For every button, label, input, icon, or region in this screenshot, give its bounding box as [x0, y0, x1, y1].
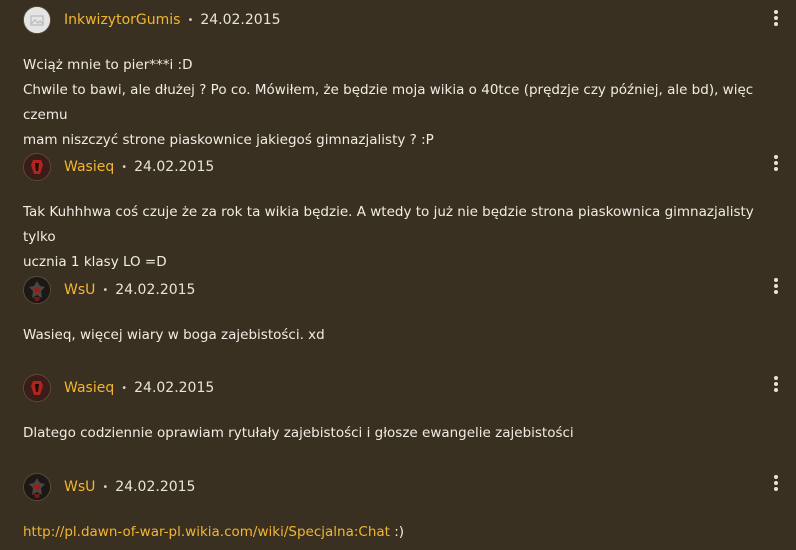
more-options-icon[interactable]: [766, 373, 786, 395]
author-link[interactable]: Wasieq: [64, 159, 114, 175]
separator-dot: •: [121, 382, 128, 394]
comment-body: Tak Kuhhhwa coś czuje że za rok ta wikia…: [23, 200, 773, 275]
comment-thread: InkwizytorGumis • 24.02.2015 Wciąż mnie …: [0, 0, 796, 550]
comment-header: InkwizytorGumis • 24.02.2015: [23, 5, 281, 35]
warrior-avatar-icon[interactable]: [23, 473, 51, 501]
comment-body: Dlatego codziennie oprawiam rytułały zaj…: [23, 421, 773, 446]
comment-line: Wciąż mnie to pier***i :D: [23, 57, 193, 73]
separator-dot: •: [121, 161, 128, 173]
comment-date: 24.02.2015: [115, 282, 196, 298]
comment-line: mam niszczyć strone piaskownice jakiegoś…: [23, 132, 434, 148]
more-options-icon[interactable]: [766, 7, 786, 29]
more-options-icon[interactable]: [766, 152, 786, 174]
author-link[interactable]: InkwizytorGumis: [64, 12, 180, 28]
comment-line: Chwile to bawi, ale dłużej ? Po co. Mówi…: [23, 82, 754, 123]
more-options-icon[interactable]: [766, 275, 786, 297]
comment-date: 24.02.2015: [200, 12, 281, 28]
default-avatar-icon[interactable]: [23, 6, 51, 34]
comment-date: 24.02.2015: [115, 479, 196, 495]
comment-body: Wasieq, więcej wiary w boga zajebistości…: [23, 323, 773, 348]
chat-link[interactable]: http://pl.dawn-of-war-pl.wikia.com/wiki/…: [23, 524, 390, 540]
warrior-avatar-icon[interactable]: [23, 276, 51, 304]
comment-header: Wasieq • 24.02.2015: [23, 152, 214, 182]
author-link[interactable]: Wasieq: [64, 380, 114, 396]
comment-line: Dlatego codziennie oprawiam rytułały zaj…: [23, 425, 574, 441]
comment-body: Wciąż mnie to pier***i :D Chwile to bawi…: [23, 53, 773, 153]
author-link[interactable]: WsU: [64, 282, 95, 298]
comment-line: Tak Kuhhhwa coś czuje że za rok ta wikia…: [23, 204, 754, 245]
comment-body: http://pl.dawn-of-war-pl.wikia.com/wiki/…: [23, 520, 773, 545]
more-options-icon[interactable]: [766, 472, 786, 494]
comment-line: http://pl.dawn-of-war-pl.wikia.com/wiki/…: [23, 520, 773, 545]
separator-dot: •: [102, 481, 109, 493]
red-emblem-avatar-icon[interactable]: [23, 374, 51, 402]
comment-header: Wasieq • 24.02.2015: [23, 373, 214, 403]
author-link[interactable]: WsU: [64, 479, 95, 495]
comment-date: 24.02.2015: [134, 159, 215, 175]
comment-header: WsU • 24.02.2015: [23, 472, 195, 502]
separator-dot: •: [102, 284, 109, 296]
comment-line: Wasieq, więcej wiary w boga zajebistości…: [23, 327, 325, 343]
comment-header: WsU • 24.02.2015: [23, 275, 195, 305]
comment-date: 24.02.2015: [134, 380, 215, 396]
link-suffix: :): [389, 524, 405, 540]
separator-dot: •: [187, 14, 194, 26]
red-emblem-avatar-icon[interactable]: [23, 153, 51, 181]
comment-line: ucznia 1 klasy LO =D: [23, 254, 167, 270]
